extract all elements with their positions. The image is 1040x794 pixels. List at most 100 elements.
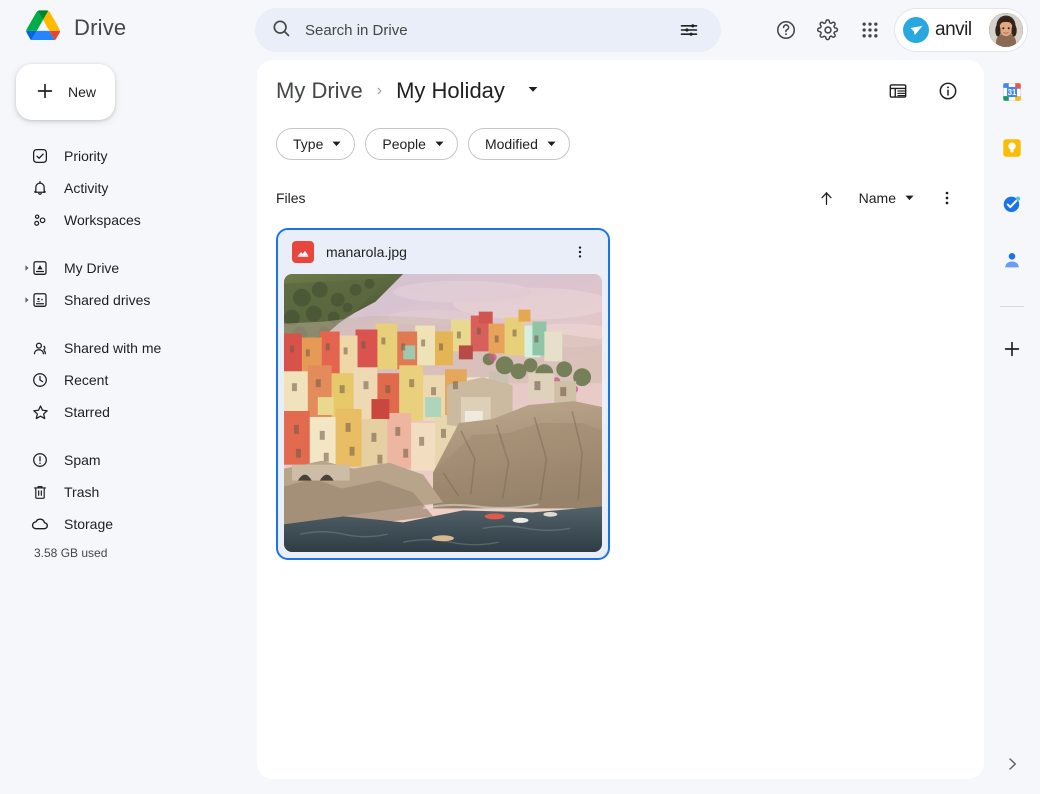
breadcrumb-current[interactable]: My Holiday — [396, 78, 505, 104]
sidebar-item-label: Storage — [64, 516, 113, 532]
sidebar-item-label: My Drive — [64, 260, 119, 276]
caret-down-icon — [904, 190, 915, 206]
files-grid: manarola.jpg — [257, 218, 984, 560]
sidebar-item-recent[interactable]: Recent — [0, 364, 250, 396]
anvil-logo-icon — [903, 17, 929, 43]
plus-icon — [34, 80, 56, 105]
file-more-options-icon[interactable] — [562, 234, 598, 270]
sidebar-item-label: Priority — [64, 148, 108, 164]
apps-grid-icon[interactable] — [852, 12, 888, 48]
sidebar-item-priority[interactable]: Priority — [0, 140, 250, 172]
sidebar-item-label: Activity — [64, 180, 108, 196]
sidebar-item-label: Starred — [64, 404, 110, 420]
gear-icon[interactable] — [810, 12, 846, 48]
panel-header-actions — [880, 73, 966, 109]
sidebar-item-trash[interactable]: Trash — [0, 476, 250, 508]
panel-header: My Drive › My Holiday — [257, 60, 984, 122]
app-brand[interactable]: Drive — [26, 10, 126, 45]
app-title: Drive — [74, 15, 126, 41]
shared-drives-icon — [30, 290, 50, 310]
search-input[interactable] — [291, 22, 671, 39]
new-button[interactable]: New — [16, 64, 115, 120]
sidebar-divider-space — [0, 236, 250, 252]
rail-divider — [1000, 306, 1024, 307]
sidebar-item-label: Shared drives — [64, 292, 150, 308]
sidebar-item-spam[interactable]: Spam — [0, 444, 250, 476]
bell-icon — [30, 178, 50, 198]
sidebar-item-shared-drives[interactable]: Shared drives — [0, 284, 250, 316]
breadcrumb: My Drive › My Holiday — [276, 78, 539, 104]
filter-chip-label: Type — [293, 136, 323, 152]
trash-icon — [30, 482, 50, 502]
expand-caret-icon[interactable] — [22, 264, 32, 272]
clock-icon — [30, 370, 50, 390]
sidebar-item-shared-with-me[interactable]: Shared with me — [0, 332, 250, 364]
sidebar-item-label: Recent — [64, 372, 108, 388]
caret-down-icon — [434, 136, 445, 152]
file-card-manarola[interactable]: manarola.jpg — [276, 228, 610, 560]
google-contacts-icon[interactable] — [1000, 248, 1024, 272]
more-vertical-icon[interactable] — [929, 180, 965, 216]
caret-down-icon — [331, 136, 342, 152]
sidebar-item-my-drive[interactable]: My Drive — [0, 252, 250, 284]
breadcrumb-separator: › — [377, 82, 382, 100]
workspace-name: anvil — [935, 19, 972, 41]
files-section-label: Files — [276, 190, 306, 206]
file-card-header: manarola.jpg — [278, 230, 608, 274]
svg-text:31: 31 — [1008, 88, 1017, 97]
sort-by-label: Name — [859, 190, 896, 206]
sidebar-item-activity[interactable]: Activity — [0, 172, 250, 204]
expand-caret-icon[interactable] — [22, 296, 32, 304]
expand-rail-chevron-icon[interactable] — [996, 748, 1028, 780]
sidebar-item-label: Spam — [64, 452, 101, 468]
sidebar-divider-space — [0, 428, 250, 444]
new-button-label: New — [68, 84, 96, 100]
top-bar: Drive — [0, 0, 1040, 60]
filter-chip-type[interactable]: Type — [276, 128, 355, 160]
file-thumbnail — [284, 274, 602, 552]
sidebar-item-label: Shared with me — [64, 340, 161, 356]
tune-icon[interactable] — [671, 12, 707, 48]
files-section-header: Files Name — [276, 178, 965, 218]
my-drive-icon — [30, 258, 50, 278]
search-bar[interactable] — [255, 8, 721, 52]
google-keep-icon[interactable] — [1000, 136, 1024, 160]
google-calendar-icon[interactable]: 31 — [1000, 80, 1024, 104]
add-app-plus-icon[interactable] — [1000, 337, 1024, 361]
file-name: manarola.jpg — [326, 244, 550, 260]
exclamation-circle-icon — [30, 450, 50, 470]
google-tasks-icon[interactable] — [1000, 192, 1024, 216]
content-panel: My Drive › My Holiday — [257, 60, 984, 779]
drive-app-window: Drive — [0, 0, 1040, 794]
side-apps-rail: 31 — [984, 60, 1040, 794]
sidebar-item-storage[interactable]: Storage — [0, 508, 250, 540]
workspaces-icon — [30, 210, 50, 230]
top-bar-actions — [768, 12, 888, 48]
help-circle-icon[interactable] — [768, 12, 804, 48]
search-icon — [271, 18, 291, 43]
list-view-icon[interactable] — [880, 73, 916, 109]
image-file-icon — [292, 241, 314, 263]
avatar[interactable] — [989, 13, 1023, 47]
sidebar: New Priority — [0, 64, 250, 560]
manarola-photo — [284, 274, 602, 552]
storage-used-text: 3.58 GB used — [0, 546, 250, 560]
google-drive-logo-icon — [26, 10, 60, 45]
sidebar-item-starred[interactable]: Starred — [0, 396, 250, 428]
filter-chip-label: People — [382, 136, 426, 152]
info-circle-icon[interactable] — [930, 73, 966, 109]
sidebar-item-workspaces[interactable]: Workspaces — [0, 204, 250, 236]
people-icon — [30, 338, 50, 358]
filter-chip-people[interactable]: People — [365, 128, 458, 160]
account-workspace-chip[interactable]: anvil — [894, 8, 1028, 52]
star-icon — [30, 402, 50, 422]
filter-chip-modified[interactable]: Modified — [468, 128, 570, 160]
files-sort-controls: Name — [809, 180, 965, 216]
caret-down-icon[interactable] — [527, 82, 539, 100]
cloud-icon — [30, 514, 50, 534]
sidebar-divider-space — [0, 316, 250, 332]
breadcrumb-root[interactable]: My Drive — [276, 78, 363, 104]
arrow-up-icon[interactable] — [809, 180, 845, 216]
filter-chip-label: Modified — [485, 136, 538, 152]
sort-by-button[interactable]: Name — [855, 184, 919, 212]
